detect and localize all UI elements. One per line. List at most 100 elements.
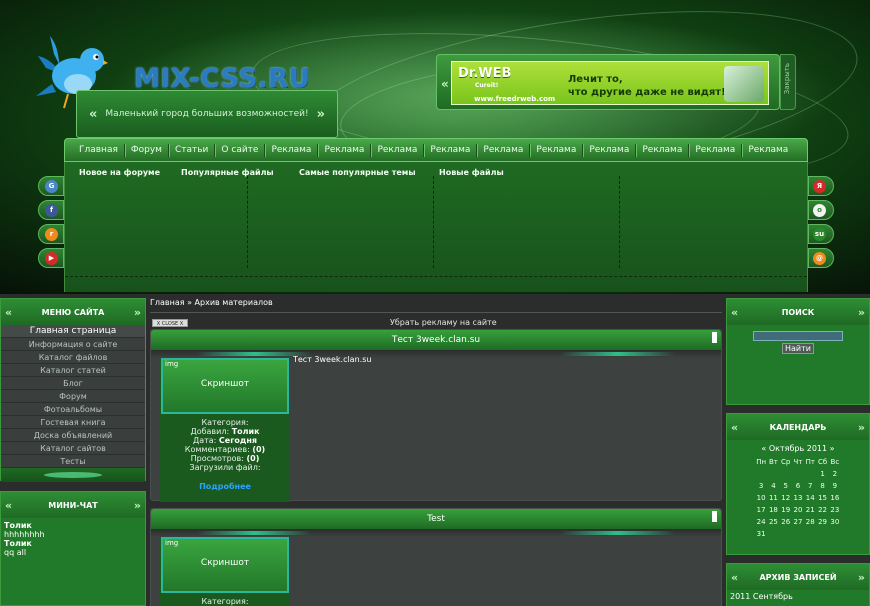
category-label: Категория: [201, 597, 249, 606]
stumbleupon-icon: su [813, 228, 826, 241]
author-link[interactable]: Толик [232, 427, 260, 436]
calendar-week: 31 [755, 528, 841, 540]
chat-title: МИНИ-ЧАТ [48, 500, 98, 510]
ad-banner[interactable]: « Dr.WEB Cureit! www.freedrweb.com Лечит… [436, 54, 780, 110]
double-chevron-left-icon[interactable]: « [5, 306, 12, 319]
day: 10 [756, 494, 766, 502]
day: 7 [808, 482, 813, 490]
post-text: Тест 3week.clan.su [293, 355, 372, 364]
breadcrumb[interactable]: Главная » Архив материалов [150, 298, 273, 307]
nav-item-ad[interactable]: Реклама [742, 144, 794, 157]
search-input[interactable] [753, 331, 843, 341]
menu-item[interactable]: Каталог статей [1, 364, 145, 377]
nav-item-ad[interactable]: Реклама [530, 143, 584, 157]
nav-item-ad[interactable]: Реклама [636, 143, 690, 157]
drweb-ad[interactable]: Dr.WEB Cureit! www.freedrweb.com Лечит т… [451, 61, 769, 105]
rss-icon: r [45, 228, 58, 241]
menu-item[interactable]: Каталог файлов [1, 351, 145, 364]
day: 19 [781, 506, 791, 514]
close-ad-button[interactable]: X CLOSE X [152, 319, 188, 327]
archive-item[interactable]: 2011 Сентябрь [727, 590, 869, 603]
menu-item[interactable]: Форум [1, 390, 145, 403]
double-chevron-left-icon[interactable]: « [81, 107, 105, 122]
social-stumbleupon[interactable]: su [808, 224, 834, 244]
social-youtube[interactable]: ▶ [38, 248, 64, 268]
menu-title: МЕНЮ САЙТА [41, 307, 105, 317]
double-chevron-right-icon[interactable]: » [858, 571, 865, 584]
next-month-link[interactable]: » [830, 444, 835, 453]
nav-item-ad[interactable]: Реклама [424, 143, 478, 157]
ad-line-2: что другие даже не видят! [568, 87, 726, 98]
calendar-week: 3456789 [755, 480, 841, 492]
social-rss[interactable]: r [38, 224, 64, 244]
day: 11 [768, 494, 778, 502]
nav-item-forum[interactable]: Форум [125, 143, 169, 157]
calendar-week: 17 18 19 20 21 22 23 [755, 504, 841, 516]
day: 18 [768, 506, 778, 514]
day [792, 528, 804, 540]
menu-header: « МЕНЮ САЙТА » [1, 299, 145, 325]
nav-item-ad[interactable]: Реклама [583, 143, 637, 157]
day [816, 528, 828, 540]
menu-item[interactable]: Доска объявлений [1, 429, 145, 442]
nav-item-ad[interactable]: Реклама [689, 143, 743, 157]
calendar-week: 12 [755, 468, 841, 480]
menu-item[interactable]: Главная страница [1, 325, 145, 338]
calendar-week: 24 25 26 27 28 29 30 [755, 516, 841, 528]
read-more-link[interactable]: Подробнее [161, 482, 289, 491]
nav-item-ad[interactable]: Реклама [371, 143, 425, 157]
ad-close-button[interactable]: Закрыть [780, 54, 796, 110]
post-title-link[interactable]: Тест 3week.clan.su [392, 335, 480, 345]
day: 24 [756, 518, 766, 526]
menu-item[interactable]: Блог [1, 377, 145, 390]
prev-month-link[interactable]: « [761, 444, 766, 453]
menu-item[interactable]: Гостевая книга [1, 416, 145, 429]
social-odnoklassniki[interactable]: o [808, 200, 834, 220]
double-chevron-right-icon[interactable]: » [858, 306, 865, 319]
post-title-link[interactable]: Test [427, 514, 445, 524]
post-screenshot[interactable]: img Скриншот [161, 358, 289, 414]
day [792, 468, 804, 480]
post-screenshot[interactable]: img Скриншот [161, 537, 289, 593]
double-chevron-left-icon[interactable]: « [731, 421, 738, 434]
added-label: Добавил: [190, 427, 230, 436]
day [780, 528, 792, 540]
social-mail[interactable]: @ [808, 248, 834, 268]
archive-title: АРХИВ ЗАПИСЕЙ [759, 572, 837, 582]
ad-product-image [724, 66, 764, 102]
double-chevron-right-icon[interactable]: » [134, 499, 141, 512]
double-chevron-left-icon[interactable]: « [731, 571, 738, 584]
chat-author[interactable]: Толик [4, 539, 142, 548]
social-google[interactable]: G [38, 176, 64, 196]
social-yandex[interactable]: Я [808, 176, 834, 196]
day: 26 [781, 518, 791, 526]
day: 6 [795, 482, 801, 490]
double-chevron-left-icon[interactable]: « [441, 77, 449, 91]
chat-author[interactable]: Толик [4, 521, 142, 530]
menu-item[interactable]: Тесты [1, 455, 145, 468]
menu-item[interactable]: Фотоальбомы [1, 403, 145, 416]
social-facebook[interactable]: f [38, 200, 64, 220]
nav-item-ad[interactable]: Реклама [265, 143, 319, 157]
nav-item-about[interactable]: О сайте [215, 143, 266, 157]
nav-item-home[interactable]: Главная [73, 143, 125, 157]
double-chevron-left-icon[interactable]: « [731, 306, 738, 319]
double-chevron-right-icon[interactable]: » [134, 306, 141, 319]
chat-header: « МИНИ-ЧАТ » [1, 492, 145, 518]
search-button[interactable]: Найти [782, 343, 814, 354]
comments-label: Комментариев: [184, 445, 250, 454]
nav-item-articles[interactable]: Статьи [169, 143, 216, 157]
double-chevron-right-icon[interactable]: » [309, 107, 333, 122]
block-title-popular-topics: Самые популярные темы [299, 168, 416, 177]
menu-item[interactable]: Каталог сайтов [1, 442, 145, 455]
remove-ad-link[interactable]: Убрать рекламу на сайте [390, 318, 497, 327]
day: 27 [793, 518, 803, 526]
day: 23 [830, 506, 840, 514]
menu-item[interactable]: Информация о сайте [1, 338, 145, 351]
double-chevron-right-icon[interactable]: » [858, 421, 865, 434]
ad-url[interactable]: www.freedrweb.com [474, 95, 555, 103]
double-chevron-left-icon[interactable]: « [5, 499, 12, 512]
nav-item-ad[interactable]: Реклама [318, 143, 372, 157]
day: 25 [768, 518, 778, 526]
nav-item-ad[interactable]: Реклама [477, 143, 531, 157]
